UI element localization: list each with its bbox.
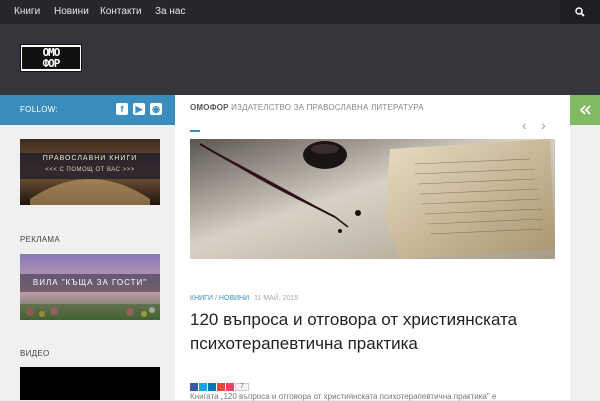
tagline-site-name: ОМОФОР xyxy=(190,103,229,112)
site-header: ОМО ФОР xyxy=(0,24,600,95)
sidebar-toggle-button[interactable] xyxy=(570,95,600,125)
featured-image[interactable] xyxy=(190,139,555,259)
guesthouse-banner[interactable]: ВИЛА "КЪЩА ЗА ГОСТИ" xyxy=(20,254,160,320)
search-icon xyxy=(575,7,585,17)
post-meta: КНИГИ / НОВИНИ 11 МАЙ, 2015 xyxy=(190,295,298,302)
share-buttons: 7 xyxy=(190,383,249,391)
right-sidebar-collapsed xyxy=(570,95,600,400)
category-news-link[interactable]: НОВИНИ xyxy=(219,295,249,302)
next-arrow-icon[interactable]: › xyxy=(541,117,546,133)
rss-icon[interactable]: ◉ xyxy=(150,103,162,115)
ads-heading: РЕКЛАМА xyxy=(20,235,61,244)
top-navigation: Книги Новини Контакти За нас xyxy=(0,0,600,24)
left-sidebar: FOLLOW: f ▶ ◉ ПРАВОСЛАВНИ КНИГИ <<< С ПО… xyxy=(0,95,175,400)
post-title[interactable]: 120 въпроса и отговора от християнската … xyxy=(190,308,550,356)
banner-subtitle: <<< С ПОМОЩ ОТ ВАС >>> xyxy=(45,167,135,173)
guesthouse-banner-text: ВИЛА "КЪЩА ЗА ГОСТИ" xyxy=(32,278,148,287)
video-player[interactable] xyxy=(20,367,160,400)
facebook-icon[interactable]: f xyxy=(116,103,128,115)
share-count: 7 xyxy=(235,383,249,391)
orthodox-books-banner[interactable]: ПРАВОСЛАВНИ КНИГИ <<< С ПОМОЩ ОТ ВАС >>> xyxy=(20,139,160,205)
guesthouse-banner-image xyxy=(20,254,160,320)
site-tagline: ОМОФОР ИЗДАТЕЛСТВО ЗА ПРАВОСЛАВНА ЛИТЕРА… xyxy=(190,103,424,112)
double-chevron-left-icon xyxy=(579,105,591,115)
nav-item-news[interactable]: Новини xyxy=(54,0,89,24)
post-date: 11 МАЙ, 2015 xyxy=(254,295,299,302)
linkedin-share-icon[interactable] xyxy=(208,383,216,391)
main-content: ОМОФОР ИЗДАТЕЛСТВО ЗА ПРАВОСЛАВНА ЛИТЕРА… xyxy=(175,95,570,401)
tagline-description: ИЗДАТЕЛСТВО ЗА ПРАВОСЛАВНА ЛИТЕРАТУРА xyxy=(228,103,424,112)
follow-label: FOLLOW: xyxy=(20,105,58,114)
logo-text-bottom: ФОР xyxy=(42,57,61,70)
youtube-icon[interactable]: ▶ xyxy=(133,103,145,115)
pinterest-share-icon[interactable] xyxy=(226,383,234,391)
quill-and-letter-image xyxy=(190,139,555,259)
facebook-share-icon[interactable] xyxy=(190,383,198,391)
nav-item-books[interactable]: Книги xyxy=(14,0,40,24)
category-books-link[interactable]: КНИГИ xyxy=(190,295,213,302)
search-button[interactable] xyxy=(560,0,600,24)
accent-divider xyxy=(190,130,200,132)
video-heading: ВИДЕО xyxy=(20,349,50,358)
follow-bar: FOLLOW: f ▶ ◉ xyxy=(0,95,175,125)
banner-title: ПРАВОСЛАВНИ КНИГИ xyxy=(42,155,138,162)
site-logo[interactable]: ОМО ФОР xyxy=(20,44,82,72)
nav-item-contacts[interactable]: Контакти xyxy=(100,0,142,24)
twitter-share-icon[interactable] xyxy=(199,383,207,391)
googleplus-share-icon[interactable] xyxy=(217,383,225,391)
nav-item-about[interactable]: За нас xyxy=(155,0,185,24)
prev-arrow-icon[interactable]: ‹ xyxy=(522,117,527,133)
